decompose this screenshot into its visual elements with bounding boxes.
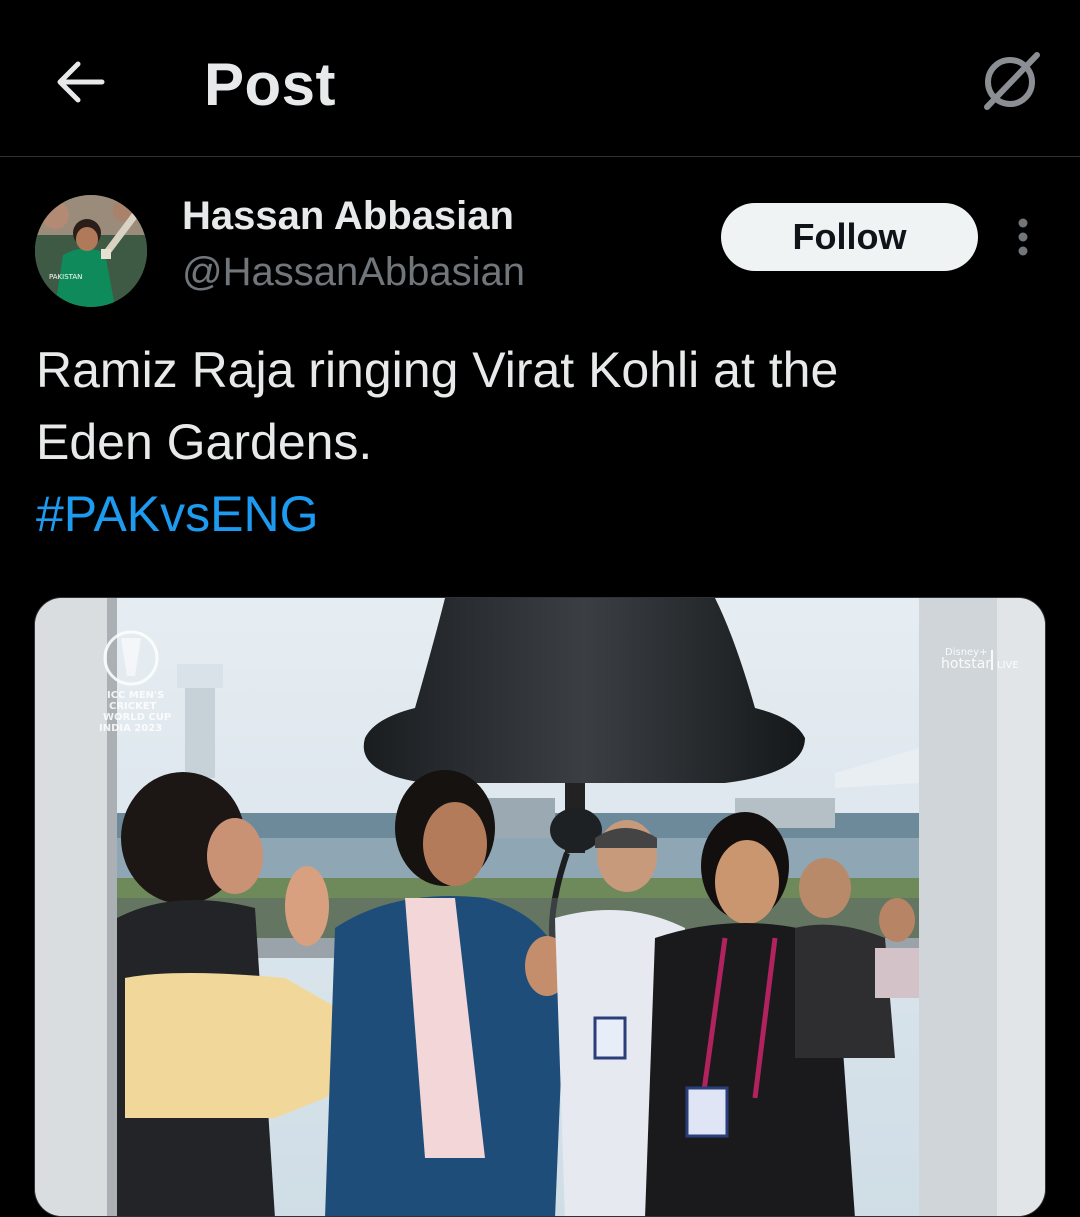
- media-live-label: LIVE: [997, 660, 1019, 671]
- hashtag-link[interactable]: #PAKvsENG: [36, 478, 1046, 550]
- post-text-line-1: Ramiz Raja ringing Virat Kohli at the: [36, 342, 839, 398]
- media-broadcaster: hotstar: [941, 656, 991, 672]
- avatar-photo: PAKISTAN: [35, 195, 147, 307]
- page-title: Post: [204, 51, 337, 118]
- avatar[interactable]: PAKISTAN: [35, 195, 147, 307]
- follow-button[interactable]: Follow: [721, 203, 978, 271]
- more-vertical-icon: [1018, 218, 1028, 256]
- back-button[interactable]: [48, 52, 112, 112]
- media-logo-text-2: CRICKET: [109, 701, 157, 712]
- post-media-image[interactable]: ICC MEN'S CRICKET WORLD CUP INDIA 2023 D…: [34, 597, 1046, 1217]
- post-text: Ramiz Raja ringing Virat Kohli at the Ed…: [36, 334, 1046, 550]
- media-logo-text-4: INDIA 2023: [99, 723, 162, 734]
- arrow-left-icon: [57, 61, 105, 103]
- more-options-button[interactable]: [1003, 212, 1043, 262]
- post-text-line-2: Eden Gardens.: [36, 414, 373, 470]
- grok-button[interactable]: [970, 40, 1050, 120]
- author-handle[interactable]: @HassanAbbasian: [182, 250, 525, 295]
- author-name[interactable]: Hassan Abbasian: [182, 194, 514, 239]
- media-logo-text-1: ICC MEN'S: [107, 690, 164, 701]
- svg-text:PAKISTAN: PAKISTAN: [49, 273, 82, 281]
- media-scene: ICC MEN'S CRICKET WORLD CUP INDIA 2023 D…: [35, 598, 1045, 1216]
- grok-icon: [984, 52, 1040, 110]
- media-logo-text-3: WORLD CUP: [103, 712, 171, 723]
- top-bar: Post: [0, 0, 1080, 157]
